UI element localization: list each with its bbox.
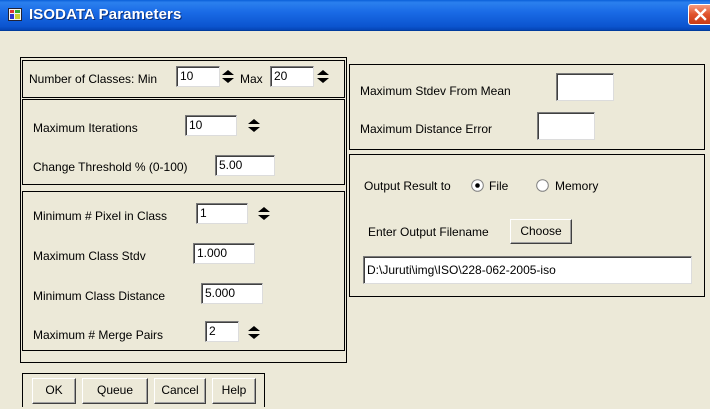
stdev-group: Maximum Stdev From Mean Maximum Distance…	[349, 64, 705, 150]
app-icon	[8, 8, 22, 21]
max-iterations-input[interactable]: 10	[185, 115, 237, 136]
max-stdev-label: Maximum Stdev From Mean	[360, 84, 511, 98]
max-merge-pairs-input[interactable]: 2	[205, 321, 239, 342]
choose-button[interactable]: Choose	[510, 219, 572, 244]
memory-option-label[interactable]: Memory	[555, 179, 598, 193]
max-classes-spinner-icon[interactable]	[317, 70, 329, 83]
output-filename-input[interactable]: D:\Juruti\img\ISO\228-062-2005-iso	[363, 256, 692, 284]
memory-radio-icon[interactable]	[536, 179, 549, 192]
output-group: Output Result to File Memory Enter Outpu…	[349, 154, 705, 297]
max-iterations-label: Maximum Iterations	[33, 121, 138, 135]
change-threshold-label: Change Threshold % (0-100)	[33, 160, 188, 174]
output-filename-label: Enter Output Filename	[368, 225, 489, 239]
ok-button[interactable]: OK	[32, 378, 76, 404]
max-class-stdv-label: Maximum Class Stdv	[33, 249, 146, 263]
action-buttons-group: OK Queue Cancel Help	[22, 373, 265, 407]
min-classes-input[interactable]: 10	[176, 66, 220, 87]
output-result-label: Output Result to	[364, 179, 451, 193]
max-iterations-spinner-icon[interactable]	[248, 119, 260, 132]
classes-group: Number of Classes: Min 10 Max 20	[22, 60, 345, 98]
max-distance-error-input[interactable]	[537, 112, 595, 140]
max-stdev-input[interactable]	[556, 73, 614, 101]
min-class-distance-label: Minimum Class Distance	[33, 289, 166, 303]
max-distance-error-label: Maximum Distance Error	[360, 122, 493, 136]
min-pixel-spinner-icon[interactable]	[258, 207, 270, 220]
min-pixel-input[interactable]: 1	[196, 203, 248, 224]
min-pixel-label: Minimum # Pixel in Class	[33, 209, 168, 223]
max-classes-input[interactable]: 20	[270, 66, 314, 87]
min-class-distance-input[interactable]: 5.000	[201, 283, 263, 304]
file-option-label[interactable]: File	[489, 179, 508, 193]
max-merge-pairs-label: Maximum # Merge Pairs	[33, 328, 164, 342]
num-classes-label: Number of Classes: Min	[29, 72, 158, 86]
title-bar[interactable]: ISODATA Parameters	[0, 0, 710, 31]
window-title: ISODATA Parameters	[29, 6, 182, 23]
min-classes-spinner-icon[interactable]	[222, 70, 234, 83]
iterations-group: Maximum Iterations 10 Change Threshold %…	[22, 99, 345, 185]
max-label: Max	[240, 72, 263, 86]
change-threshold-input[interactable]: 5.00	[215, 155, 275, 176]
file-radio-icon[interactable]	[471, 179, 484, 192]
close-button[interactable]	[688, 4, 710, 25]
close-icon	[694, 8, 707, 21]
max-merge-pairs-spinner-icon[interactable]	[248, 326, 260, 339]
help-button[interactable]: Help	[212, 378, 256, 404]
queue-button[interactable]: Queue	[82, 378, 148, 404]
cancel-button[interactable]: Cancel	[154, 378, 206, 404]
class-params-group: Minimum # Pixel in Class 1 Maximum Class…	[22, 191, 345, 351]
max-class-stdv-input[interactable]: 1.000	[193, 243, 255, 264]
